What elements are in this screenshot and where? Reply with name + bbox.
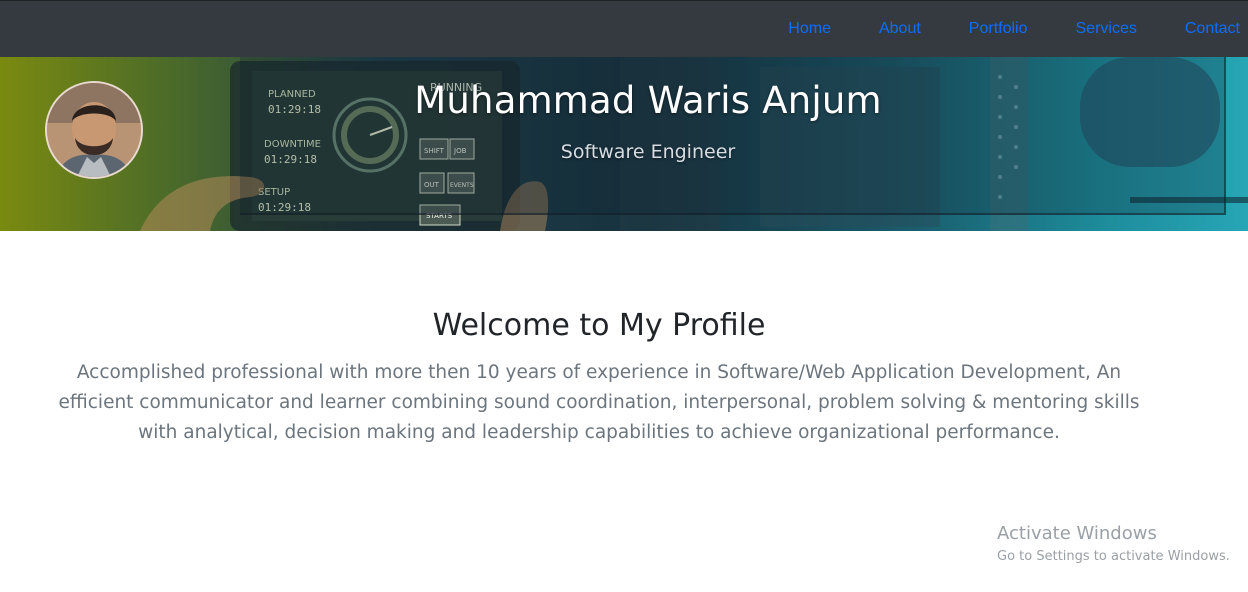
- profile-name: Muhammad Waris Anjum: [414, 79, 882, 122]
- hero-banner: PLANNED 01:29:18 DOWNTIME 01:29:18 SETUP…: [0, 57, 1248, 231]
- nav-link-home[interactable]: Home: [764, 20, 855, 38]
- top-navbar: Home About Portfolio Services Contact: [0, 0, 1248, 57]
- nav-link-services[interactable]: Services: [1052, 20, 1161, 38]
- nav-menu: Home About Portfolio Services Contact: [764, 1, 1248, 57]
- nav-link-contact[interactable]: Contact: [1161, 20, 1248, 38]
- nav-link-about[interactable]: About: [855, 20, 945, 38]
- activate-windows-title: Activate Windows: [997, 523, 1157, 544]
- intro-paragraph: Accomplished professional with more then…: [58, 362, 1140, 443]
- activate-windows-subtitle: Go to Settings to activate Windows.: [997, 549, 1230, 564]
- nav-link-portfolio[interactable]: Portfolio: [945, 20, 1052, 38]
- profile-role: Software Engineer: [560, 141, 736, 163]
- activate-windows-watermark: Activate Windows Go to Settings to activ…: [997, 522, 1230, 568]
- welcome-heading: Welcome to My Profile: [432, 308, 766, 343]
